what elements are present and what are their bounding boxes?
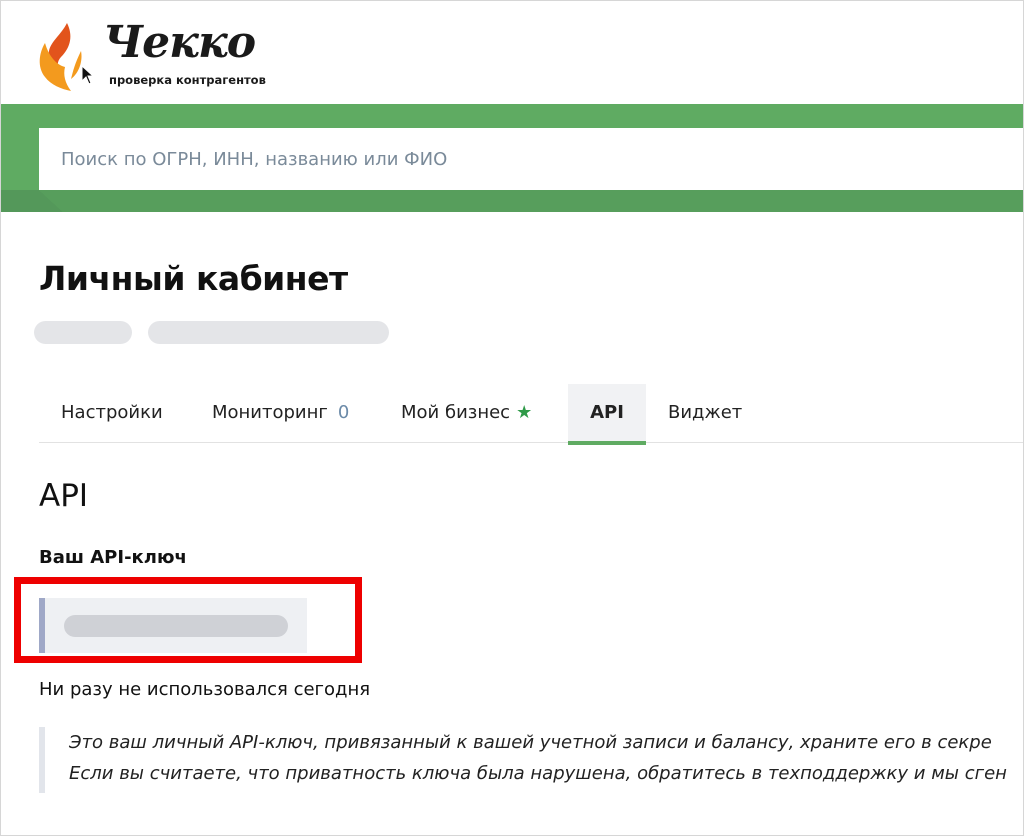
- mouse-cursor-icon: [81, 65, 95, 85]
- tab-label: Мой бизнес: [401, 402, 511, 423]
- tab-widget[interactable]: Виджет: [668, 384, 742, 442]
- tab-api[interactable]: API: [568, 384, 646, 445]
- tab-label: Мониторинг: [212, 402, 328, 423]
- logo[interactable]: Чекко проверка контрагентов: [37, 17, 297, 91]
- tab-settings[interactable]: Настройки: [61, 384, 163, 442]
- brand-tagline: проверка контрагентов: [109, 73, 266, 87]
- api-usage-status: Ни разу не использовался сегодня: [39, 679, 371, 700]
- page-title: Личный кабинет: [39, 259, 348, 298]
- brand-name: Чекко: [103, 17, 256, 68]
- redacted-user-email: [148, 321, 389, 344]
- api-key-label: Ваш API-ключ: [39, 547, 187, 568]
- tab-label: Виджет: [668, 402, 743, 423]
- redacted-user-id: [34, 321, 132, 344]
- monitoring-count: 0: [337, 402, 350, 423]
- redacted-api-key: [64, 615, 288, 637]
- account-tabs: Настройки Мониторинг 0 Мой бизнес ★ API Ви…: [39, 384, 1023, 445]
- tab-my-business[interactable]: Мой бизнес ★: [401, 384, 532, 442]
- tab-label: API: [590, 402, 624, 423]
- notice-line: Если вы считаете, что приватность ключа …: [69, 763, 1007, 784]
- api-key-notice: Это ваш личный API-ключ, привязанный к в…: [39, 727, 1023, 793]
- tab-label: Настройки: [61, 402, 163, 423]
- star-icon: ★: [516, 402, 533, 423]
- search-input[interactable]: [39, 128, 1023, 190]
- section-title: API: [39, 478, 89, 514]
- search-banner: [1, 104, 1023, 212]
- flame-logo-icon: [39, 23, 82, 91]
- notice-line: Это ваш личный API-ключ, привязанный к в…: [69, 732, 992, 753]
- page-frame: Чекко проверка контрагентов Личный кабин…: [0, 0, 1024, 836]
- api-key-field[interactable]: [39, 598, 307, 653]
- tab-monitoring[interactable]: Мониторинг 0: [212, 384, 349, 442]
- search-box[interactable]: [39, 128, 1023, 190]
